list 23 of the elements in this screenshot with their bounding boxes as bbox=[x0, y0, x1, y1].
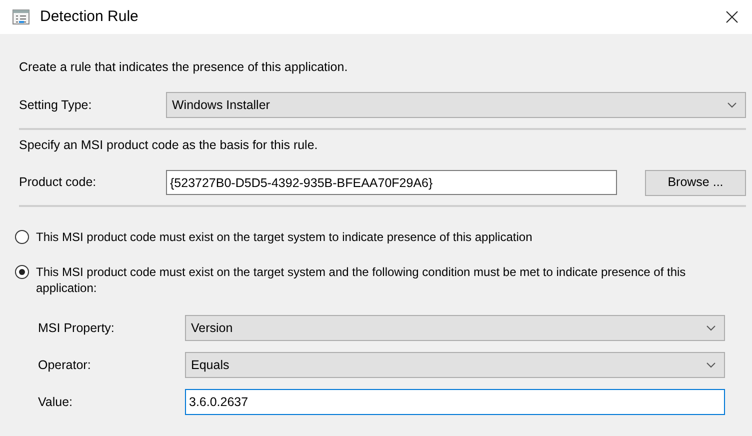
field-label: Operator: bbox=[38, 356, 92, 374]
intro-text: Create a rule that indicates the presence of this application. bbox=[19, 59, 349, 76]
close-icon[interactable] bbox=[726, 11, 738, 23]
value-field[interactable]: 3.6.0.2637 bbox=[185, 389, 725, 415]
field-label: Product code: bbox=[19, 174, 98, 192]
radio-button[interactable] bbox=[15, 230, 29, 244]
radio-button[interactable] bbox=[15, 265, 29, 279]
list-icon bbox=[12, 9, 30, 25]
field-label: MSI Property: bbox=[38, 320, 116, 337]
setting-type-dropdown[interactable]: Windows Installer bbox=[166, 92, 746, 118]
field-label: Value: bbox=[38, 394, 74, 411]
window-title: Detection Rule bbox=[40, 6, 138, 27]
product-code-field[interactable]: {523727B0-D5D5-4392-935B-BFEAA70F29A6} bbox=[166, 170, 617, 195]
field-label: Setting Type: bbox=[19, 96, 93, 114]
option-label: This MSI product code must exist on the target system to indicate presence of this application bbox=[36, 229, 532, 245]
option-label: This MSI product code must exist on the target system and the following condition must be met to indicate presence of this application: bbox=[36, 264, 687, 296]
chevron-down-icon bbox=[706, 362, 716, 368]
chevron-down-icon bbox=[706, 325, 716, 331]
chevron-down-icon bbox=[727, 102, 737, 108]
browse-button[interactable]: Browse ... bbox=[645, 170, 746, 196]
instruction-text: Specify an MSI product code as the basis for this rule. bbox=[19, 137, 319, 154]
dropdown[interactable]: Version bbox=[185, 315, 725, 341]
dropdown[interactable]: Equals bbox=[185, 352, 725, 378]
